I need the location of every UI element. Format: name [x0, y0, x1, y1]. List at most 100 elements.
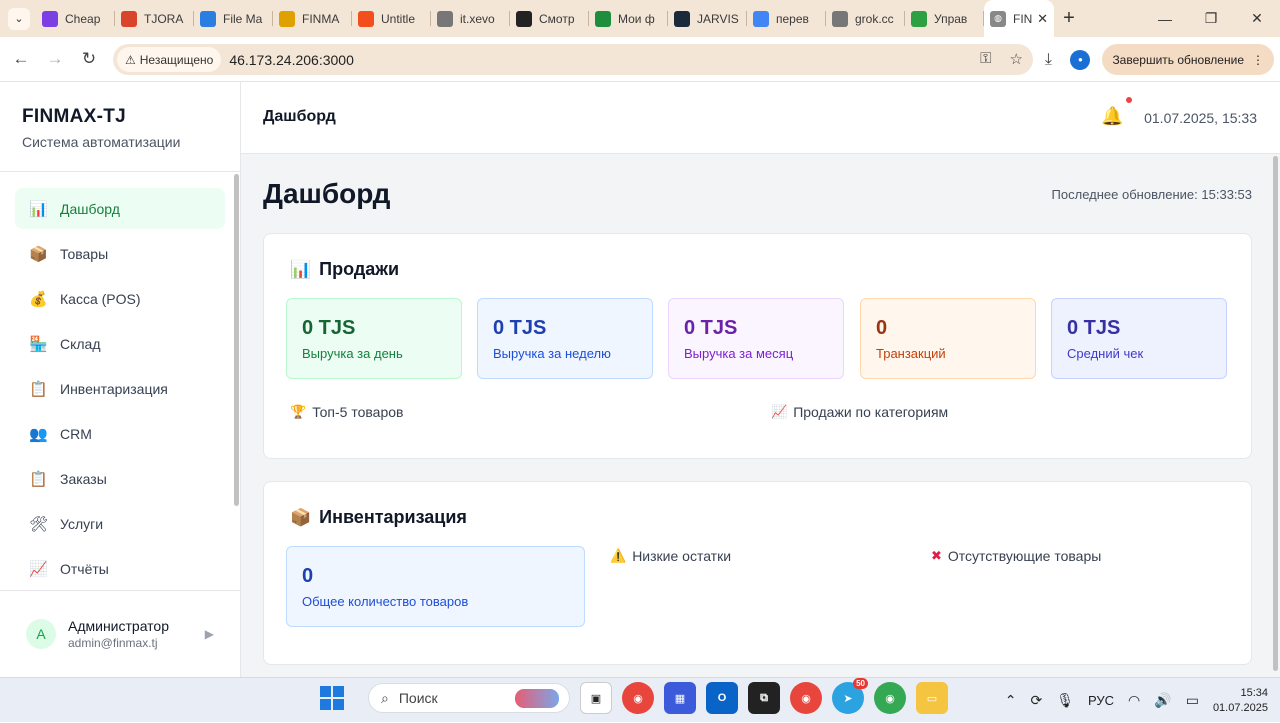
browser-tab[interactable]: Cheap — [36, 0, 115, 37]
finmax-icon — [279, 10, 295, 27]
chrome-profile-icon[interactable]: ◉ — [790, 682, 822, 714]
url-text[interactable]: 46.173.24.206:3000 — [229, 52, 354, 68]
tab-search-chevron-icon[interactable]: ⌄ — [8, 7, 30, 30]
sidebar-item-label: Инвентаризация — [60, 380, 168, 397]
chrome-second-profile-icon[interactable]: ◉ — [874, 682, 906, 714]
sidebar-item-5[interactable]: 👥 CRM — [15, 413, 225, 454]
topbar: Дашборд 🔔 01.07.2025, 15:33 — [241, 82, 1280, 154]
sidebar-item-3[interactable]: 🏪 Склад — [15, 323, 225, 364]
omnibox[interactable]: ⚠ Незащищено 46.173.24.206:3000 ⚿ ☆ — [113, 44, 1033, 75]
wifi-icon[interactable]: ◠ — [1128, 692, 1140, 709]
search-highlight-image — [515, 689, 559, 708]
sidebar-item-label: Товары — [60, 245, 109, 262]
capcut-icon[interactable]: ⧉ — [748, 682, 780, 714]
outlook-icon[interactable]: O — [706, 682, 738, 714]
browser-tab[interactable]: grok.cc — [826, 0, 905, 37]
sidebar-item-6[interactable]: 📋 Заказы — [15, 458, 225, 499]
avatar: A — [26, 619, 56, 649]
address-bar: ← → ↻ ⚠ Незащищено 46.173.24.206:3000 ⚿ … — [0, 37, 1280, 82]
finish-update-button[interactable]: Завершить обновление ⋮ — [1102, 44, 1274, 75]
user-email: admin@finmax.tj — [68, 636, 158, 650]
taskbar-clock[interactable]: 15:34 01.07.2025 — [1213, 686, 1268, 716]
stat-revenue-month: 0 TJS Выручка за месяц — [668, 298, 844, 379]
browser-tab[interactable]: FINMA — [273, 0, 352, 37]
stat-label: Средний чек — [1067, 346, 1144, 361]
forward-arrow-icon[interactable]: → — [38, 49, 72, 69]
browser-tab[interactable]: File Ma — [194, 0, 273, 37]
user-panel[interactable]: A Администратор admin@finmax.tj ▶ — [0, 590, 240, 677]
security-chip[interactable]: ⚠ Незащищено — [117, 47, 222, 72]
cross-mark-icon: ✖ — [931, 548, 942, 563]
stat-revenue-day: 0 TJS Выручка за день — [286, 298, 462, 379]
bookmark-star-icon[interactable]: ☆ — [1010, 50, 1023, 68]
sidebar-item-1[interactable]: 📦 Товары — [15, 233, 225, 274]
battery-icon[interactable]: ▭ — [1186, 692, 1199, 709]
download-icon[interactable]: ⤓ — [1038, 51, 1058, 69]
trend-chart-icon: 📈 — [771, 404, 788, 419]
browser-tab[interactable]: Управ — [905, 0, 984, 37]
chevron-up-icon[interactable]: ⌃ — [1005, 692, 1017, 709]
brand-title: FINMAX-TJ — [22, 106, 127, 127]
tab-title: FIN — [1013, 11, 1033, 26]
profile-avatar-icon[interactable]: ● — [1070, 49, 1091, 70]
file-explorer-icon[interactable]: ▭ — [916, 682, 948, 714]
close-window-icon[interactable]: ✕ — [1234, 0, 1280, 37]
brand: FINMAX-TJ Система автоматизации — [0, 82, 240, 172]
expand-arrow-icon[interactable]: ▶ — [205, 627, 214, 641]
tab-title: FINMA — [302, 11, 340, 26]
app: FINMAX-TJ Система автоматизации 📊 Дашборд… — [0, 82, 1280, 677]
browser-tab[interactable]: TJORA — [115, 0, 194, 37]
main-scrollbar[interactable] — [1273, 156, 1278, 671]
browser-tab-strip: ⌄ Cheap TJORA File Ma FINMA Untitle it.xevo См… — [0, 0, 1280, 37]
inventory-card: 📦 Инвентаризация 0 Общее количество това… — [263, 481, 1252, 665]
missing-heading: ✖ Отсутствующие товары — [931, 548, 1101, 564]
sidebar-item-2[interactable]: 💰 Касса (POS) — [15, 278, 225, 319]
taskbar-search[interactable]: ⌕ Поиск — [368, 683, 570, 713]
more-vert-icon: ⋮ — [1252, 52, 1264, 67]
tab-title: TJORA — [144, 11, 184, 26]
red-puzzle-icon — [121, 10, 137, 27]
store-icon[interactable]: ▦ — [664, 682, 696, 714]
main-content: Дашборд Последнее обновление: 15:33:53 📊… — [241, 154, 1280, 677]
microphone-icon[interactable]: 🎙 — [1056, 692, 1074, 709]
jarvis-icon — [674, 10, 690, 27]
browser-tab[interactable]: JARVIS — [668, 0, 747, 37]
sync-icon[interactable]: ⟳ — [1030, 692, 1042, 709]
restore-icon[interactable]: ❐ — [1188, 0, 1234, 37]
new-tab-button[interactable]: + — [1054, 7, 1084, 30]
close-tab-icon[interactable]: ✕ — [1037, 11, 1048, 27]
task-view-icon[interactable]: ▣ — [580, 682, 612, 714]
topbar-title: Дашборд — [263, 108, 336, 125]
sidebar-item-4[interactable]: 📋 Инвентаризация — [15, 368, 225, 409]
notification-bell-icon[interactable]: 🔔 — [1101, 106, 1123, 127]
back-arrow-icon[interactable]: ← — [4, 49, 38, 69]
browser-tab[interactable]: Мои ф — [589, 0, 668, 37]
browser-tab[interactable]: перев — [747, 0, 826, 37]
stat-total-products: 0 Общее количество товаров — [286, 546, 585, 627]
minimize-icon[interactable]: — — [1142, 0, 1188, 37]
windows-start-icon[interactable] — [320, 686, 344, 710]
system-tray: ⌃ ⟳ 🎙 РУС ◠ 🔊 ▭ 15:34 01.07.2025 — [1005, 678, 1268, 723]
sidebar-item-8[interactable]: 📈 Отчёты — [15, 548, 225, 589]
telegram-icon[interactable]: ➤ 50 — [832, 678, 868, 714]
sidebar-item-0[interactable]: 📊 Дашборд — [15, 188, 225, 229]
volume-icon[interactable]: 🔊 — [1154, 692, 1171, 709]
globe-icon — [832, 10, 848, 27]
sidebar-scrollbar[interactable] — [234, 174, 239, 506]
browser-tab[interactable]: it.xevo — [431, 0, 510, 37]
reload-icon[interactable]: ↻ — [72, 49, 106, 69]
sidebar-item-7[interactable]: 🛠 Услуги — [15, 503, 225, 544]
tab-active[interactable]: ◍ FIN ✕ — [984, 0, 1054, 37]
stat-label: Выручка за месяц — [684, 346, 794, 361]
insecure-label: Незащищено — [139, 52, 214, 67]
google-icon — [753, 10, 769, 27]
tab-title: Мои ф — [618, 11, 655, 26]
browser-tab[interactable]: Untitle — [352, 0, 431, 37]
top5-title: Топ-5 товаров — [312, 404, 404, 420]
sidebar-item-icon: 📋 — [29, 380, 48, 398]
password-key-icon[interactable]: ⚿ — [980, 50, 991, 68]
language-indicator[interactable]: РУС — [1088, 693, 1114, 708]
browser-tab[interactable]: Смотр — [510, 0, 589, 37]
sidebar-item-label: Дашборд — [60, 200, 120, 217]
chrome-icon[interactable]: ◉ — [622, 682, 654, 714]
